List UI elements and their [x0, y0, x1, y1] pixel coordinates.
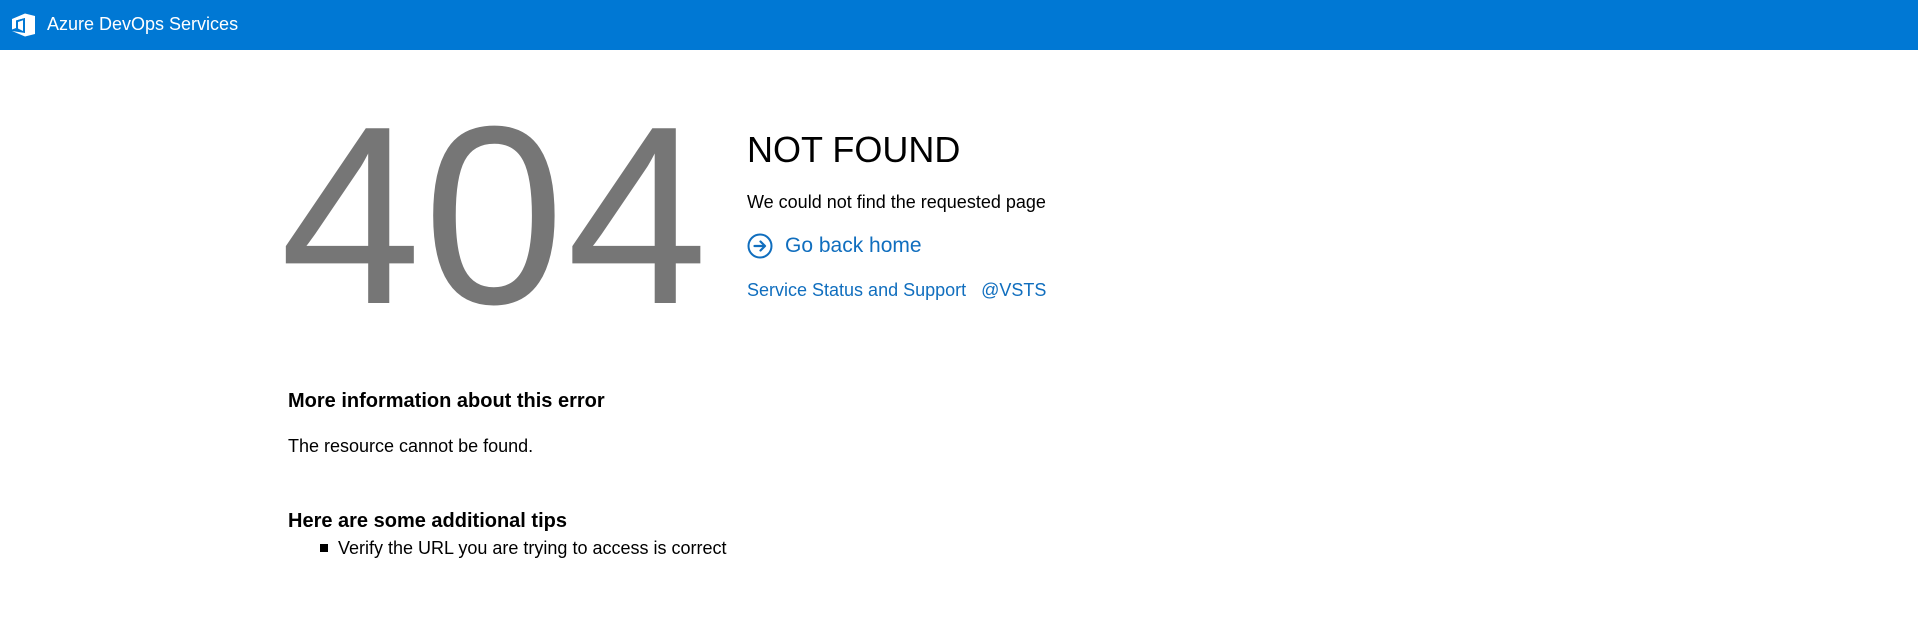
service-status-link[interactable]: Service Status and Support: [747, 280, 966, 300]
more-info-heading: More information about this error: [288, 389, 605, 412]
tip-text: Verify the URL you are trying to access …: [338, 538, 727, 558]
error-code: 404: [280, 73, 710, 357]
brand-title[interactable]: Azure DevOps Services: [47, 14, 238, 35]
bullet-icon: [320, 544, 328, 552]
support-links: Service Status and Support @VSTS: [747, 279, 1046, 301]
azure-devops-logo-icon[interactable]: [10, 12, 38, 38]
top-bar: Azure DevOps Services: [0, 0, 1918, 50]
list-item: Verify the URL you are trying to access …: [320, 537, 727, 559]
tips-heading: Here are some additional tips: [288, 509, 567, 532]
error-subtitle: We could not find the requested page: [747, 192, 1046, 212]
vsts-twitter-link[interactable]: @VSTS: [981, 280, 1046, 300]
more-info-text: The resource cannot be found.: [288, 436, 534, 456]
go-back-home-label: Go back home: [785, 234, 922, 257]
arrow-circle-right-icon: [747, 233, 773, 259]
go-back-home-link[interactable]: Go back home: [747, 233, 922, 259]
tips-list: Verify the URL you are trying to access …: [320, 537, 727, 559]
error-title: NOT FOUND: [747, 129, 961, 170]
